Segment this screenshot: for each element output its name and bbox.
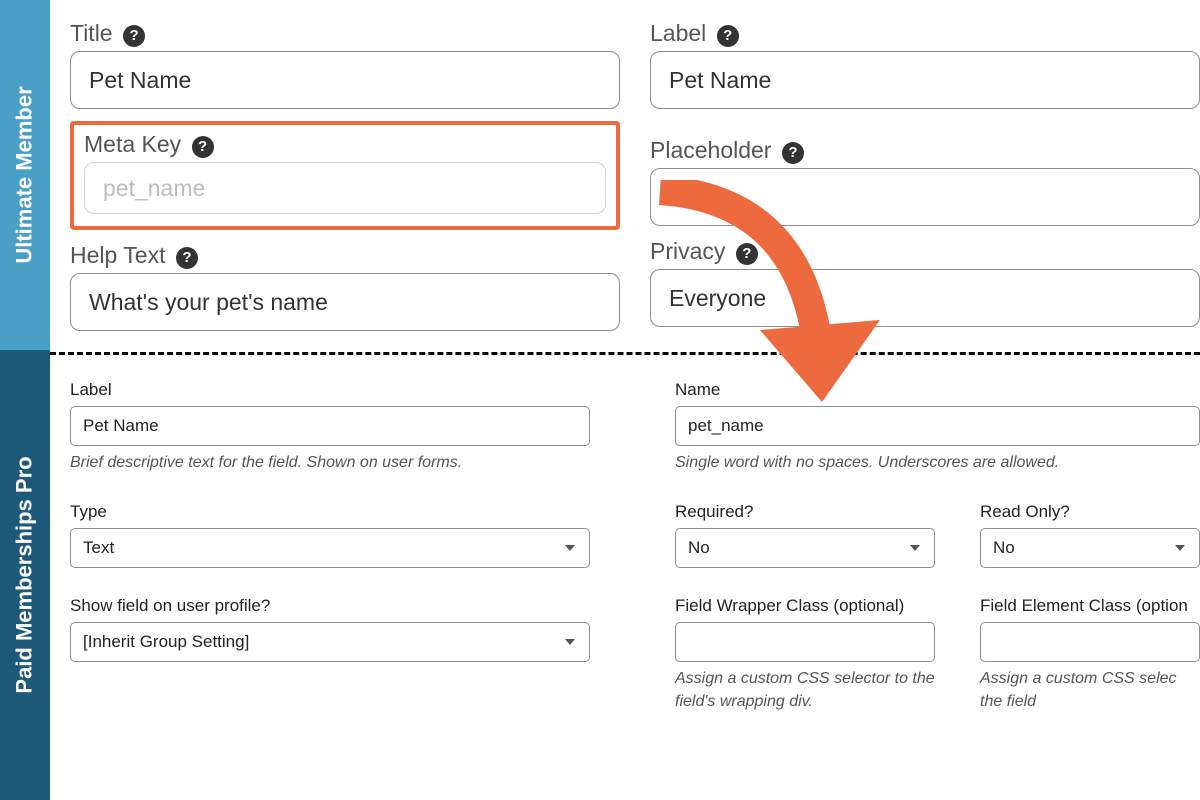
pm-required-label: Required? <box>675 502 940 522</box>
pm-label-label: Label <box>70 380 635 400</box>
um-title-label: Title <box>70 20 113 47</box>
um-placeholder-input[interactable] <box>650 168 1200 226</box>
pm-wrapper-label: Field Wrapper Class (optional) <box>675 596 940 616</box>
pm-element-label: Field Element Class (option <box>980 596 1200 616</box>
pm-element-desc: Assign a custom CSS selec the field <box>980 668 1200 713</box>
pm-wrapper-desc: Assign a custom CSS selector to the fiel… <box>675 668 935 713</box>
sidebar-bottom: Paid Memberships Pro <box>0 350 50 800</box>
pm-readonly-value: No <box>993 538 1015 558</box>
um-placeholder-label: Placeholder <box>650 137 771 164</box>
sidebar-bottom-label: Paid Memberships Pro <box>12 456 38 693</box>
um-helptext-label: Help Text <box>70 242 165 269</box>
help-icon[interactable]: ? <box>736 243 758 265</box>
pm-showprofile-value: [Inherit Group Setting] <box>83 632 249 652</box>
pm-type-label: Type <box>70 502 635 522</box>
sidebar-top-label: Ultimate Member <box>12 86 38 263</box>
um-privacy-input[interactable] <box>650 269 1200 327</box>
help-icon[interactable]: ? <box>176 247 198 269</box>
um-metakey-label: Meta Key <box>84 131 181 158</box>
pm-required-select[interactable]: No <box>675 528 935 568</box>
section-divider <box>50 352 1200 355</box>
pm-showprofile-label: Show field on user profile? <box>70 596 635 616</box>
help-icon[interactable]: ? <box>123 25 145 47</box>
help-icon[interactable]: ? <box>717 25 739 47</box>
um-label-input[interactable] <box>650 51 1200 109</box>
chevron-down-icon <box>565 639 575 645</box>
um-label-label: Label <box>650 20 706 47</box>
pm-type-value: Text <box>83 538 114 558</box>
help-icon[interactable]: ? <box>192 136 214 158</box>
um-helptext-input[interactable] <box>70 273 620 331</box>
pm-panel: Label Brief descriptive text for the fie… <box>50 360 1200 741</box>
help-icon[interactable]: ? <box>782 142 804 164</box>
pm-element-input[interactable] <box>980 622 1200 662</box>
pm-required-value: No <box>688 538 710 558</box>
um-title-input[interactable] <box>70 51 620 109</box>
pm-label-desc: Brief descriptive text for the field. Sh… <box>70 452 635 474</box>
chevron-down-icon <box>1175 545 1185 551</box>
um-panel: Title ? Meta Key ? Help Text ? Label ? <box>50 0 1200 350</box>
pm-name-label: Name <box>675 380 1200 400</box>
chevron-down-icon <box>565 545 575 551</box>
pm-readonly-label: Read Only? <box>980 502 1200 522</box>
pm-wrapper-input[interactable] <box>675 622 935 662</box>
um-privacy-label: Privacy <box>650 238 725 265</box>
meta-key-highlight: Meta Key ? <box>70 121 620 230</box>
pm-readonly-select[interactable]: No <box>980 528 1200 568</box>
chevron-down-icon <box>910 545 920 551</box>
pm-type-select[interactable]: Text <box>70 528 590 568</box>
pm-showprofile-select[interactable]: [Inherit Group Setting] <box>70 622 590 662</box>
um-metakey-input[interactable] <box>84 162 606 214</box>
pm-name-input[interactable] <box>675 406 1200 446</box>
sidebar-top: Ultimate Member <box>0 0 50 350</box>
pm-label-input[interactable] <box>70 406 590 446</box>
pm-name-desc: Single word with no spaces. Underscores … <box>675 452 1200 474</box>
